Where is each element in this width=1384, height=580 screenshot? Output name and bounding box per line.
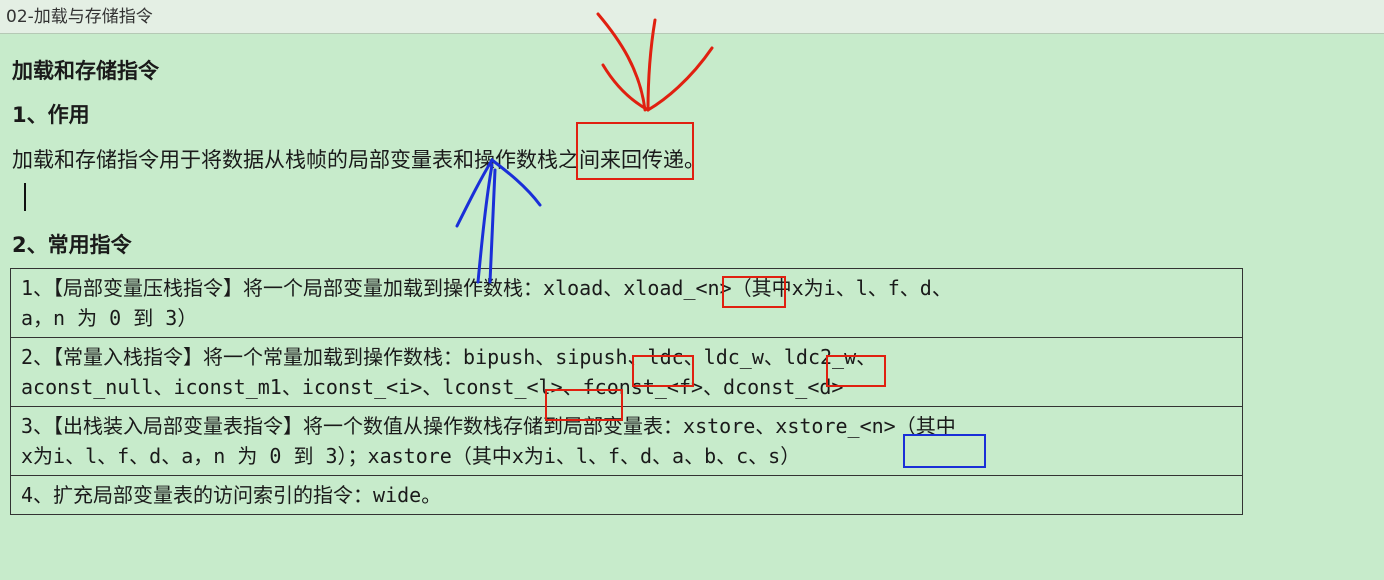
section-2-title: 2、常用指令 — [12, 233, 132, 257]
highlight-xload — [722, 276, 786, 308]
highlight-lconst — [545, 389, 623, 421]
text-cursor — [24, 183, 26, 211]
cell-line: 1、【局部变量压栈指令】将一个局部变量加载到操作数栈：xload、xload_<… — [21, 276, 952, 300]
table-cell: 1、【局部变量压栈指令】将一个局部变量加载到操作数栈：xload、xload_<… — [10, 268, 1243, 338]
table-row: 2、【常量入栈指令】将一个常量加载到操作数栈：bipush、sipush、ldc… — [10, 337, 1243, 407]
table-row: 1、【局部变量压栈指令】将一个局部变量加载到操作数栈：xload、xload_<… — [10, 268, 1243, 338]
table-cell: 4、扩充局部变量表的访问索引的指令：wide。 — [10, 475, 1243, 515]
table-row: 3、【出栈装入局部变量表指令】将一个数值从操作数栈存储到局部变量表：xstore… — [10, 406, 1243, 476]
highlight-bipush — [632, 355, 694, 387]
cell-line: 3、【出栈装入局部变量表指令】将一个数值从操作数栈存储到局部变量表：xstore… — [21, 414, 956, 438]
document-content: 加载和存储指令 1、作用 加载和存储指令用于将数据从栈帧的局部变量表和操作数栈之… — [0, 35, 1384, 580]
page-heading: 加载和存储指令 — [12, 59, 159, 83]
highlight-xstore — [903, 434, 986, 468]
cell-line: aconst_null、iconst_m1、iconst_<i>、lconst_… — [21, 375, 844, 399]
table-cell: 3、【出栈装入局部变量表指令】将一个数值从操作数栈存储到局部变量表：xstore… — [10, 406, 1243, 476]
highlight-ldc — [826, 355, 886, 387]
cell-line: x为i、l、f、d、a，n 为 0 到 3）；xastore（其中x为i、l、f… — [21, 444, 801, 468]
cell-line: 4、扩充局部变量表的访问索引的指令：wide。 — [21, 483, 442, 507]
highlight-operand-stack — [576, 122, 694, 180]
section-1-title: 1、作用 — [12, 103, 90, 127]
cell-line: 2、【常量入栈指令】将一个常量加载到操作数栈：bipush、sipush、ldc… — [21, 345, 877, 369]
cell-line: a，n 为 0 到 3） — [21, 306, 198, 330]
instruction-table: 1、【局部变量压栈指令】将一个局部变量加载到操作数栈：xload、xload_<… — [10, 268, 1243, 515]
table-cell: 2、【常量入栈指令】将一个常量加载到操作数栈：bipush、sipush、ldc… — [10, 337, 1243, 407]
window-title: 02-加载与存储指令 — [0, 0, 1384, 34]
table-row: 4、扩充局部变量表的访问索引的指令：wide。 — [10, 475, 1243, 515]
